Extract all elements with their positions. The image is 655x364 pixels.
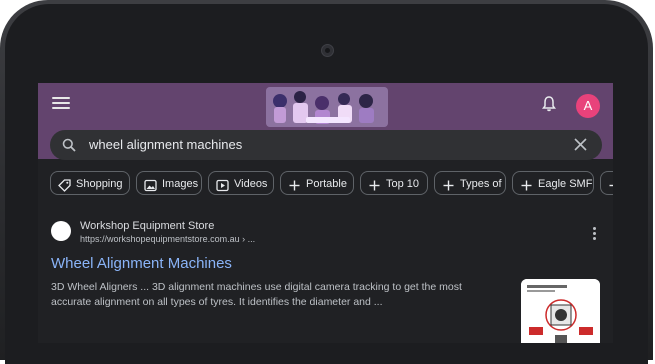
chip-label: Types of [460, 178, 502, 190]
plus-icon [520, 177, 533, 201]
menu-icon[interactable] [52, 97, 70, 111]
chip-label: Images [162, 178, 199, 190]
chip-videos[interactable]: Videos [208, 171, 274, 195]
chip-more[interactable] [600, 171, 613, 195]
clear-icon[interactable] [574, 138, 587, 156]
camera-icon [321, 44, 334, 57]
search-bar[interactable]: wheel alignment machines [50, 130, 602, 160]
plus-icon [288, 177, 301, 201]
header: A wheel alignment machines [38, 83, 613, 160]
result-snippet: 3D Wheel Aligners ... 3D alignment machi… [51, 281, 462, 308]
chip-types-of[interactable]: Types of [434, 171, 506, 195]
result-title-link[interactable]: Wheel Alignment Machines [51, 255, 232, 272]
notifications-bell-icon[interactable] [542, 96, 556, 117]
chip-label: Top 10 [386, 178, 420, 190]
tag-icon [58, 177, 71, 201]
google-doodle[interactable] [266, 87, 388, 127]
chip-label: Portable [306, 178, 347, 190]
site-favicon[interactable] [51, 221, 71, 241]
screen: A wheel alignment machines Shopping Imag… [38, 83, 613, 343]
search-input[interactable]: wheel alignment machines [89, 137, 242, 152]
plus-icon [442, 177, 455, 201]
filter-chips: Shopping Images Videos Portable Top 10 T… [50, 171, 613, 197]
chip-label: Videos [234, 178, 268, 190]
chip-eagle-smf[interactable]: Eagle SMF [512, 171, 594, 195]
chip-shopping[interactable]: Shopping [50, 171, 130, 195]
image-icon [144, 177, 157, 201]
result-thumbnail[interactable] [521, 279, 600, 343]
chip-top-10[interactable]: Top 10 [360, 171, 428, 195]
more-options-icon[interactable] [593, 227, 596, 242]
plus-icon [368, 177, 381, 201]
chip-images[interactable]: Images [136, 171, 202, 195]
chip-label: Eagle SMF [538, 178, 593, 190]
play-icon [216, 177, 229, 201]
result-url[interactable]: https://workshopequipmentstore.com.au › … [80, 234, 255, 244]
chip-label: Shopping [76, 178, 123, 190]
avatar[interactable]: A [576, 94, 600, 118]
result-site-name[interactable]: Workshop Equipment Store [80, 220, 214, 232]
plus-icon [608, 177, 613, 201]
chip-portable[interactable]: Portable [280, 171, 354, 195]
search-icon[interactable] [62, 138, 76, 157]
